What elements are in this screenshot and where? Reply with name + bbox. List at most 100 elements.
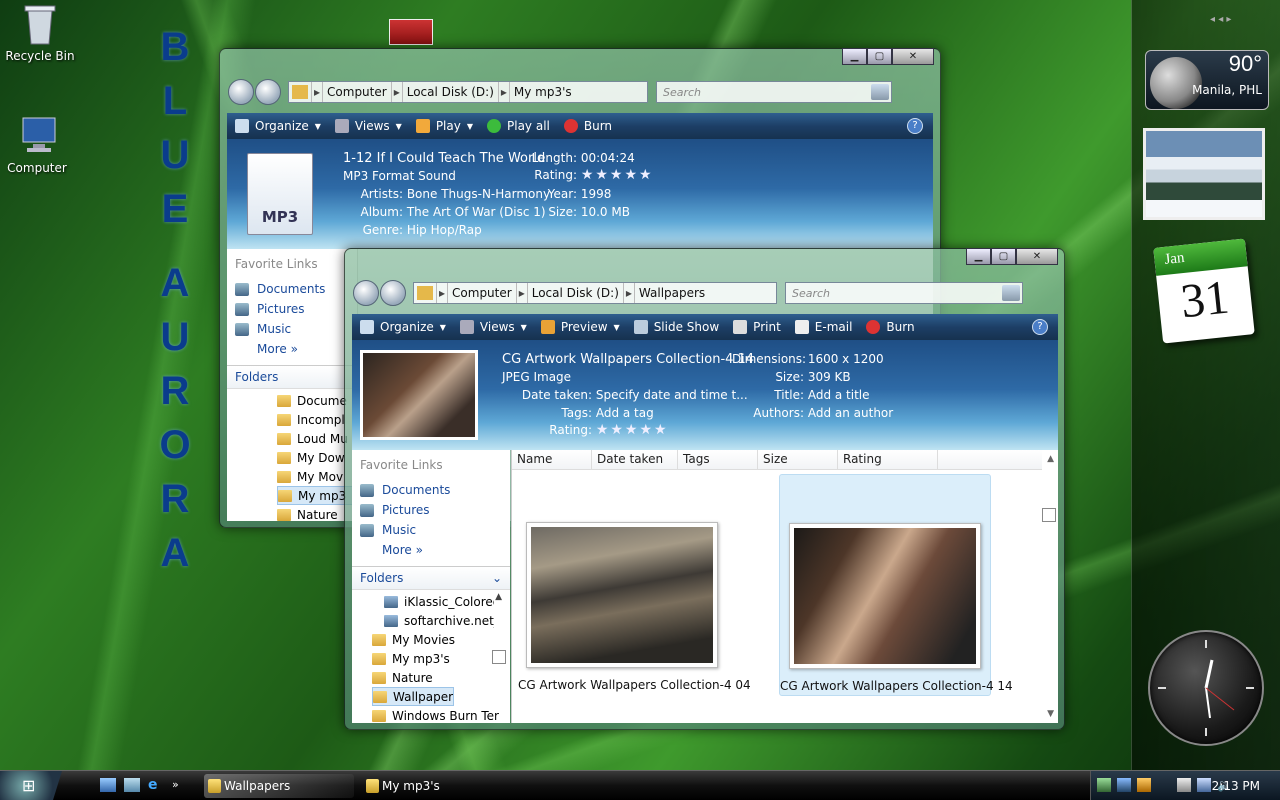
favorite-link-pictures[interactable]: Pictures — [352, 500, 510, 520]
detail-value[interactable]: Hip Hop/Rap — [407, 223, 482, 237]
show-desktop-icon[interactable] — [100, 778, 116, 792]
breadcrumb-separator[interactable]: ▸ — [311, 82, 324, 102]
explorer-window-wallpapers[interactable]: ▁ ▢ ✕ ▸ Computer ▸ Local Disk (D:) ▸ Wal… — [344, 248, 1065, 730]
column-date-taken[interactable]: Date taken — [592, 450, 678, 469]
detail-value[interactable]: Add an author — [808, 406, 893, 420]
recycle-bin-icon[interactable]: Recycle Bin — [0, 2, 80, 63]
print-button[interactable]: Print — [733, 320, 781, 334]
folder-scroll-up-icon[interactable]: ▲ — [495, 592, 502, 602]
favorite-link-pictures[interactable]: Pictures — [227, 299, 357, 319]
breadcrumb-item[interactable]: Local Disk (D:) — [528, 286, 623, 300]
views-button[interactable]: Views ▼ — [459, 320, 527, 334]
taskbar-button-my-mp3s[interactable]: My mp3's — [362, 774, 512, 798]
breadcrumb-item[interactable]: My mp3's — [510, 85, 576, 99]
sidebar-nav-arrows[interactable]: ◂ ◂ ▸ — [1210, 14, 1231, 25]
breadcrumb-item[interactable]: Wallpapers — [635, 286, 709, 300]
slide-show-button[interactable]: Slide Show — [633, 320, 719, 334]
folder-item[interactable]: Windows Burn Ter — [372, 706, 510, 725]
forward-button[interactable] — [255, 79, 281, 105]
search-input[interactable]: Search — [656, 81, 892, 103]
more-links[interactable]: More » — [227, 339, 357, 359]
organize-button[interactable]: Organize ▼ — [235, 119, 321, 133]
file-list[interactable]: Name Date taken Tags Size Rating ▲ ▼ CG … — [511, 450, 1058, 723]
burn-button[interactable]: Burn — [866, 320, 915, 334]
favorite-link-music[interactable]: Music — [352, 520, 510, 540]
minimize-button[interactable]: ▁ — [966, 248, 991, 265]
folder-item[interactable]: softarchive.net_I — [372, 611, 494, 630]
favorite-link-music[interactable]: Music — [227, 319, 357, 339]
preview-button[interactable]: Preview ▼ — [540, 320, 620, 334]
taskbar-clock[interactable]: 2:13 PM — [1212, 779, 1260, 793]
breadcrumb-item[interactable]: Computer — [323, 85, 391, 99]
switch-windows-icon[interactable] — [124, 778, 140, 792]
sidebar-tray-icon[interactable] — [1177, 778, 1191, 792]
detail-value[interactable]: 1998 — [581, 187, 612, 201]
weather-gadget[interactable]: 90° Manila, PHL — [1145, 50, 1269, 110]
taskbar-button-wallpapers[interactable]: Wallpapers — [204, 774, 354, 798]
people-icon[interactable] — [1117, 778, 1131, 792]
breadcrumb-separator[interactable]: ▸ — [390, 82, 403, 102]
burn-button[interactable]: Burn — [563, 119, 612, 133]
back-button[interactable] — [353, 280, 379, 306]
rating-stars[interactable]: ★★★★★ — [581, 167, 654, 183]
breadcrumb[interactable]: ▸ Computer ▸ Local Disk (D:) ▸ My mp3's — [288, 81, 648, 103]
folder-item[interactable]: My Movies — [372, 630, 510, 649]
folder-checkbox[interactable] — [492, 650, 506, 664]
internet-explorer-icon[interactable]: e — [148, 778, 164, 792]
views-button[interactable]: Views ▼ — [334, 119, 402, 133]
play-button[interactable]: Play ▼ — [415, 119, 473, 133]
breadcrumb-separator[interactable]: ▸ — [622, 283, 635, 303]
help-icon[interactable]: ? — [907, 118, 923, 134]
detail-value[interactable]: Add a title — [808, 388, 870, 402]
breadcrumb-item[interactable]: Computer — [448, 286, 516, 300]
forward-button[interactable] — [380, 280, 406, 306]
folder-item-selected[interactable]: Wallpapers — [372, 687, 454, 706]
play-all-button[interactable]: Play all — [487, 119, 550, 133]
breadcrumb-separator[interactable]: ▸ — [436, 283, 449, 303]
breadcrumb-separator[interactable]: ▸ — [497, 82, 510, 102]
email-button[interactable]: E-mail — [794, 320, 852, 334]
display-icon[interactable] — [1197, 778, 1211, 792]
organize-button[interactable]: Organize ▼ — [360, 320, 446, 334]
security-icon[interactable] — [1137, 778, 1151, 792]
scrollbar-down-arrow[interactable]: ▼ — [1047, 709, 1054, 719]
column-size[interactable]: Size — [758, 450, 838, 469]
close-button[interactable]: ✕ — [1016, 248, 1058, 265]
folder-item[interactable]: My mp3's — [372, 649, 510, 668]
search-icon[interactable] — [1002, 285, 1020, 301]
floating-app-icon[interactable] — [389, 19, 433, 45]
column-name[interactable]: Name — [512, 450, 592, 469]
detail-value[interactable]: Add a tag — [596, 406, 654, 420]
column-rating[interactable]: Rating — [838, 450, 938, 469]
calendar-gadget[interactable]: Jan 31 — [1153, 238, 1255, 344]
back-button[interactable] — [228, 79, 254, 105]
thumbnail-item[interactable]: CG Artwork Wallpapers Collection-4 04 — [518, 522, 751, 692]
chevron-down-icon[interactable]: ⌄ — [492, 571, 502, 585]
detail-value[interactable]: Specify date and time t... — [596, 388, 748, 402]
breadcrumb[interactable]: ▸ Computer ▸ Local Disk (D:) ▸ Wallpaper… — [413, 282, 777, 304]
minimize-button[interactable]: ▁ — [842, 48, 867, 65]
help-icon[interactable]: ? — [1032, 319, 1048, 335]
maximize-button[interactable]: ▢ — [991, 248, 1016, 265]
rating-stars[interactable]: ★★★★★ — [596, 422, 669, 438]
network-icon[interactable] — [1097, 778, 1111, 792]
search-icon[interactable] — [871, 84, 889, 100]
column-tags[interactable]: Tags — [678, 450, 758, 469]
breadcrumb-item[interactable]: Local Disk (D:) — [403, 85, 498, 99]
favorite-link-documents[interactable]: Documents — [352, 480, 510, 500]
folder-item[interactable]: Nature — [372, 668, 510, 687]
close-button[interactable]: ✕ — [892, 48, 934, 65]
folders-header[interactable]: Folders ⌄ — [352, 566, 510, 590]
slideshow-gadget[interactable] — [1143, 128, 1265, 220]
more-links[interactable]: More » — [352, 540, 510, 560]
scrollbar-up-arrow[interactable]: ▲ — [1047, 454, 1054, 464]
start-button[interactable]: ⊞ — [0, 771, 62, 800]
folders-header[interactable]: Folders — [227, 365, 357, 389]
computer-desktop-icon[interactable]: Computer — [0, 114, 77, 175]
thumbnail-item-selected[interactable]: CG Artwork Wallpapers Collection-4 14 — [779, 474, 1013, 696]
search-input[interactable]: Search — [785, 282, 1023, 304]
favorite-link-documents[interactable]: Documents — [227, 279, 357, 299]
folder-item[interactable]: iKlassic_Colored_ — [372, 592, 494, 611]
chevron-right-icon[interactable]: » — [172, 778, 179, 792]
clock-gadget[interactable] — [1148, 630, 1264, 746]
